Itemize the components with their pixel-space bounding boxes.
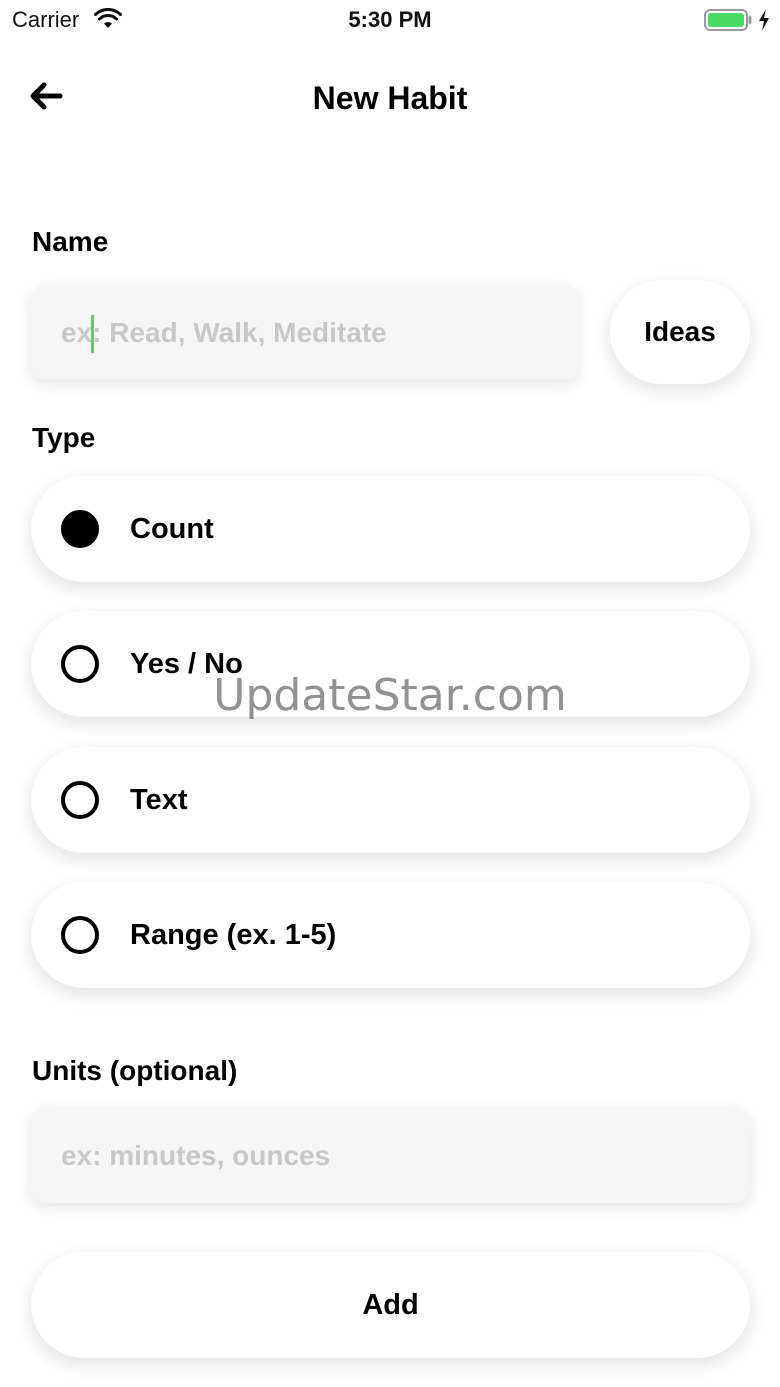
type-option-label: Count bbox=[130, 512, 214, 545]
text-caret bbox=[91, 315, 94, 353]
type-option-range[interactable]: Range (ex. 1-5) bbox=[31, 882, 750, 988]
type-option-count[interactable]: Count bbox=[31, 476, 750, 582]
status-bar: Carrier 5:30 PM bbox=[0, 0, 780, 40]
radio-unselected-icon bbox=[61, 645, 99, 683]
radio-unselected-icon bbox=[61, 781, 99, 819]
units-input-wrapper[interactable] bbox=[31, 1108, 750, 1203]
charging-bolt-icon bbox=[759, 9, 769, 31]
units-label: Units (optional) bbox=[32, 1055, 238, 1086]
add-button[interactable]: Add bbox=[31, 1252, 750, 1358]
type-option-yes-no[interactable]: Yes / No bbox=[31, 611, 750, 717]
type-option-text[interactable]: Text bbox=[31, 747, 750, 853]
radio-unselected-icon bbox=[61, 916, 99, 954]
page-title: New Habit bbox=[312, 80, 468, 116]
type-option-label: Text bbox=[130, 783, 188, 816]
units-input[interactable] bbox=[31, 1108, 750, 1203]
type-option-label: Range (ex. 1-5) bbox=[130, 918, 337, 951]
radio-selected-icon bbox=[61, 510, 99, 548]
status-time: 5:30 PM bbox=[348, 7, 432, 32]
name-input-wrapper[interactable] bbox=[31, 285, 579, 380]
new-habit-screen: Carrier 5:30 PM New Habit Name Ideas Typ… bbox=[0, 0, 780, 1387]
ideas-button[interactable]: Ideas bbox=[610, 280, 750, 384]
name-input[interactable] bbox=[31, 285, 579, 380]
type-option-label: Yes / No bbox=[130, 647, 243, 680]
name-label: Name bbox=[32, 226, 109, 257]
type-label: Type bbox=[32, 422, 96, 453]
battery-icon bbox=[704, 9, 752, 31]
